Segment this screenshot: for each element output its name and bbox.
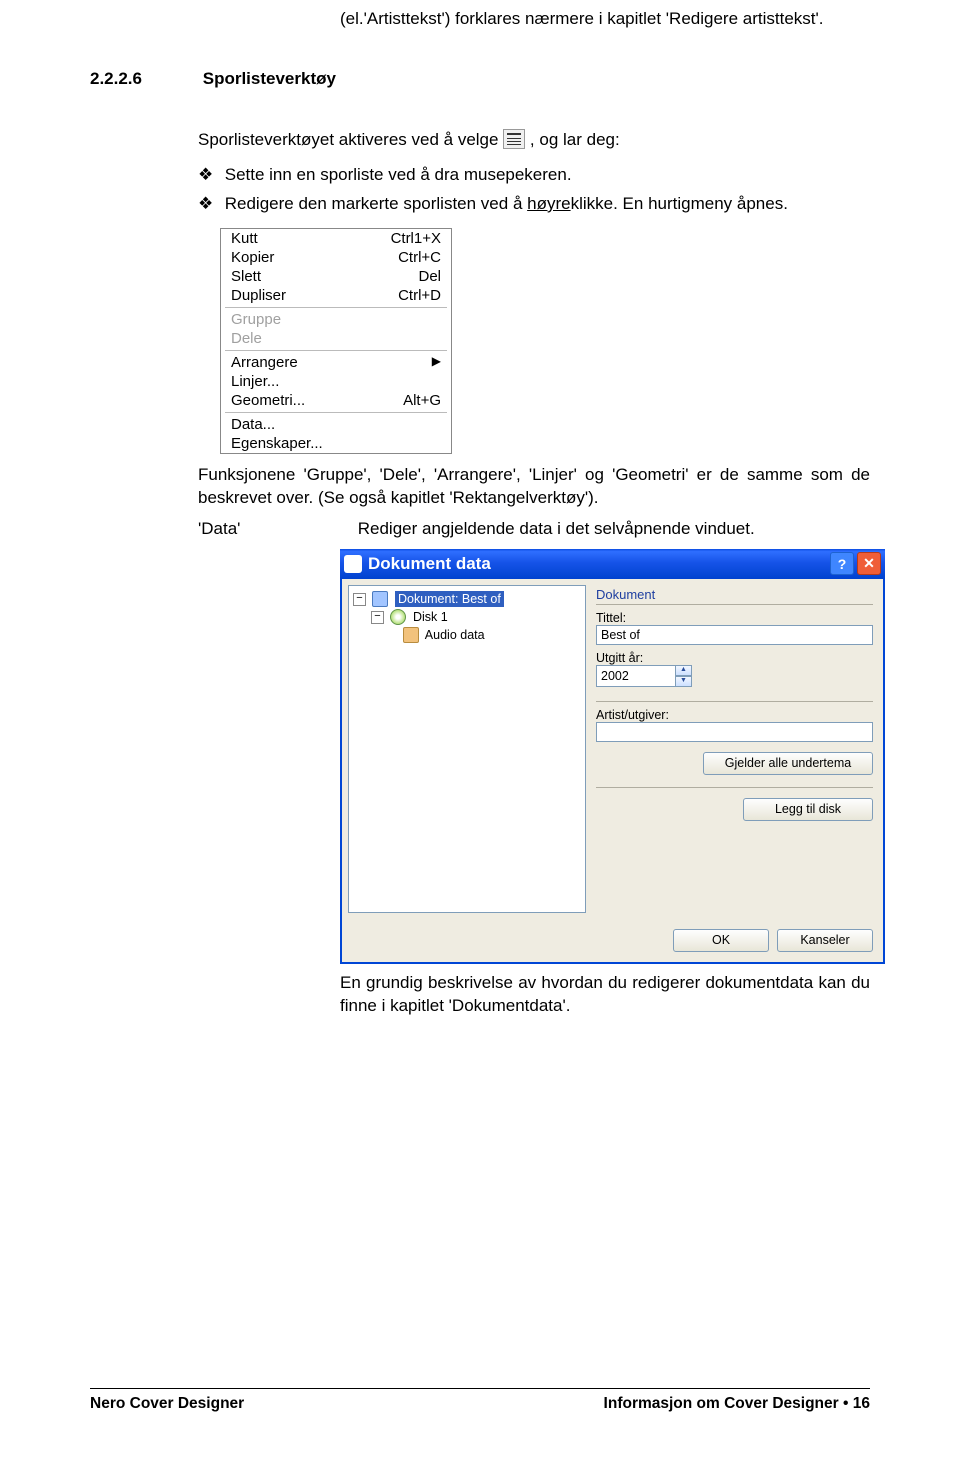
year-spinner[interactable]: 2002 ▲ ▼	[596, 665, 692, 687]
tracklist-tool-icon	[503, 129, 525, 149]
submenu-arrow-icon: ▶	[432, 354, 441, 371]
document-icon	[372, 591, 388, 607]
menu-item-properties[interactable]: Egenskaper...	[221, 434, 451, 453]
data-desc-text: Rediger angjeldende data i det selvåpnen…	[358, 519, 755, 538]
disc-icon	[390, 609, 406, 625]
tree-node-audio[interactable]: Audio data	[353, 626, 581, 644]
group-document-label: Dokument	[596, 587, 873, 602]
menu-item-duplicate[interactable]: DupliserCtrl+D	[221, 286, 451, 305]
menu-item-cut[interactable]: KuttCtrl1+X	[221, 229, 451, 248]
bullet-list: ❖ Sette inn en sporliste ved å dra musep…	[198, 164, 870, 216]
data-description: 'Data' Rediger angjeldende data i det se…	[198, 518, 870, 541]
intro-line: Sporlisteverktøyet aktiveres ved å velge…	[198, 129, 870, 152]
footer-left: Nero Cover Designer	[90, 1395, 244, 1413]
context-menu: KuttCtrl1+X KopierCtrl+C SlettDel Duplis…	[220, 228, 452, 454]
document-data-dialog: Dokument data ? ✕ − Dokument: Best of − …	[340, 549, 885, 964]
data-term: 'Data'	[198, 518, 353, 541]
title-label: Tittel:	[596, 611, 873, 625]
tree-view[interactable]: − Dokument: Best of − Disk 1 Audio data	[348, 585, 586, 913]
menu-item-geometry[interactable]: Geometri...Alt+G	[221, 391, 451, 410]
diamond-bullet-icon: ❖	[198, 164, 220, 187]
page-footer: Nero Cover Designer Informasjon om Cover…	[90, 1388, 870, 1413]
artist-input[interactable]	[596, 722, 873, 742]
closing-paragraph: En grundig beskrivelse av hvordan du red…	[340, 972, 870, 1018]
add-disk-button[interactable]: Legg til disk	[743, 798, 873, 821]
intro-text-after: , og lar deg:	[530, 130, 620, 149]
ok-button[interactable]: OK	[673, 929, 769, 952]
form-pane: Dokument Tittel: Best of Utgitt år: 2002…	[592, 579, 883, 919]
audio-icon	[403, 627, 419, 643]
menu-item-delete[interactable]: SlettDel	[221, 267, 451, 286]
menu-item-data[interactable]: Data...	[221, 415, 451, 434]
functions-paragraph: Funksjonene 'Gruppe', 'Dele', 'Arrangere…	[198, 464, 870, 510]
menu-item-split: Dele	[221, 329, 451, 348]
year-label: Utgitt år:	[596, 651, 873, 665]
bullet-separator-icon: •	[843, 1395, 848, 1412]
tree-node-label: Disk 1	[413, 610, 448, 624]
diamond-bullet-icon: ❖	[198, 193, 220, 216]
cancel-button[interactable]: Kanseler	[777, 929, 873, 952]
artist-label: Artist/utgiver:	[596, 708, 873, 722]
bullet-text: Redigere den markerte sporlisten ved å h…	[225, 194, 788, 213]
menu-item-lines[interactable]: Linjer...	[221, 372, 451, 391]
intro-paragraph: (el.'Artisttekst') forklares nærmere i k…	[340, 8, 870, 31]
spinner-down-icon[interactable]: ▼	[675, 676, 692, 687]
tree-node-label: Audio data	[425, 628, 485, 642]
year-input[interactable]: 2002	[596, 665, 675, 687]
tree-collapse-icon[interactable]: −	[371, 611, 384, 624]
bullet-text: Sette inn en sporliste ved å dra musepek…	[225, 165, 572, 184]
help-button[interactable]: ?	[830, 552, 854, 575]
bullet-item: ❖ Redigere den markerte sporlisten ved å…	[198, 193, 870, 216]
title-input[interactable]: Best of	[596, 625, 873, 645]
spinner-up-icon[interactable]: ▲	[675, 665, 692, 676]
tree-node-label: Dokument: Best of	[395, 591, 504, 607]
dialog-app-icon	[344, 555, 362, 573]
dialog-footer: OK Kanseler	[342, 919, 883, 962]
intro-text-before: Sporlisteverktøyet aktiveres ved å velge	[198, 130, 503, 149]
apply-subtopic-button[interactable]: Gjelder alle undertema	[703, 752, 873, 775]
bullet-item: ❖ Sette inn en sporliste ved å dra musep…	[198, 164, 870, 187]
section-number: 2.2.2.6	[90, 69, 198, 89]
tree-node-document[interactable]: − Dokument: Best of	[353, 590, 581, 608]
menu-item-group: Gruppe	[221, 310, 451, 329]
close-button[interactable]: ✕	[857, 552, 881, 575]
section-heading: 2.2.2.6 Sporlisteverktøy	[90, 69, 870, 89]
footer-right: Informasjon om Cover Designer • 16	[604, 1395, 870, 1413]
section-title: Sporlisteverktøy	[203, 69, 336, 88]
menu-item-arrange[interactable]: Arrangere▶	[221, 353, 451, 372]
tree-collapse-icon[interactable]: −	[353, 593, 366, 606]
dialog-titlebar: Dokument data ? ✕	[340, 549, 885, 579]
tree-node-disk[interactable]: − Disk 1	[353, 608, 581, 626]
dialog-title: Dokument data	[368, 554, 827, 574]
menu-item-copy[interactable]: KopierCtrl+C	[221, 248, 451, 267]
